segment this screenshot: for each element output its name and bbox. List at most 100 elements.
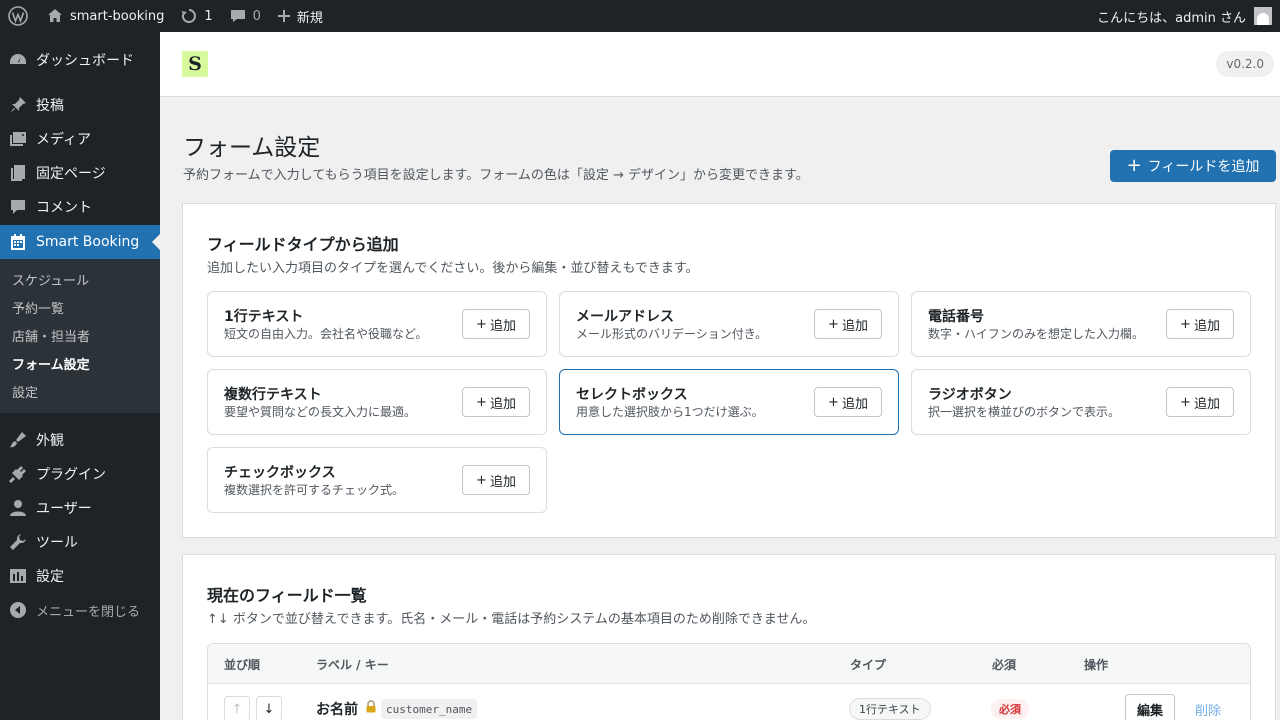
collapse-menu-button[interactable]: メニューを閉じる	[0, 593, 160, 627]
plus-icon: +	[828, 394, 839, 410]
admin-sidebar: ダッシュボード 投稿 メディア 固定ページ コメント Smart Booking…	[0, 32, 160, 720]
column-actions: 操作	[1084, 658, 1109, 672]
wordpress-logo-icon[interactable]	[0, 0, 38, 32]
comment-bubble-icon	[230, 10, 245, 22]
column-type: タイプ	[850, 658, 887, 672]
settings-icon	[10, 569, 26, 583]
add-field-type-button[interactable]: + 追加	[814, 309, 882, 339]
field-type-card: 1行テキスト 短文の自由入力。会社名や役職など。 + 追加	[207, 291, 547, 357]
move-up-button[interactable]: ↑	[224, 696, 250, 720]
plus-icon: +	[1180, 394, 1191, 410]
submenu-form-settings[interactable]: フォーム設定	[0, 349, 160, 377]
plugin-header: S v0.2.0	[160, 32, 1280, 97]
field-key: customer_name	[381, 699, 478, 719]
field-type-name: 1行テキスト	[224, 309, 304, 325]
field-type-name: 電話番号	[928, 309, 984, 325]
menu-users[interactable]: ユーザー	[0, 491, 160, 525]
table-row: ↑ ↓ お名前 customer_name 1行テキスト 必須 編集 削除	[208, 684, 1250, 720]
new-label: 新規	[296, 10, 323, 26]
plus-icon: +	[476, 316, 487, 332]
field-type-description: 複数選択を許可するチェック式。	[224, 483, 405, 497]
menu-pages[interactable]: 固定ページ	[0, 156, 160, 190]
menu-label: 設定	[36, 569, 64, 585]
wrench-icon	[10, 534, 26, 550]
menu-tools[interactable]: ツール	[0, 525, 160, 559]
my-account[interactable]: こんにちは、admin さん	[1097, 7, 1280, 26]
add-field-type-button[interactable]: + 追加	[462, 465, 530, 495]
field-types-description: 追加したい入力項目のタイプを選んでください。後から編集・並び替えもできます。	[207, 261, 699, 276]
menu-posts[interactable]: 投稿	[0, 88, 160, 122]
menu-settings[interactable]: 設定	[0, 559, 160, 593]
plus-icon	[277, 10, 290, 22]
site-name-link[interactable]: smart-booking	[38, 0, 172, 32]
edit-button[interactable]: 編集	[1125, 694, 1175, 720]
add-field-type-button[interactable]: + 追加	[462, 309, 530, 339]
current-fields-title: 現在のフィールド一覧	[207, 586, 367, 605]
page-title: フォーム設定	[183, 135, 321, 161]
required-badge: 必須	[991, 699, 1029, 719]
add-field-type-button[interactable]: + 追加	[1166, 387, 1234, 417]
menu-label: プラグイン	[36, 467, 106, 483]
submenu-reservations[interactable]: 予約一覧	[0, 293, 160, 321]
greeting: こんにちは、admin さん	[1097, 10, 1246, 26]
field-type-name: 複数行テキスト	[224, 387, 322, 403]
add-label: 追加	[1193, 396, 1220, 412]
add-field-type-button[interactable]: + 追加	[814, 387, 882, 417]
new-content-link[interactable]: 新規	[269, 0, 331, 32]
version-badge: v0.2.0	[1216, 51, 1274, 77]
menu-label: Smart Booking	[36, 234, 140, 250]
field-type-description: メール形式のバリデーション付き。	[576, 327, 768, 341]
submenu-stores-staff[interactable]: 店舗・担当者	[0, 321, 160, 349]
menu-dashboard[interactable]: ダッシュボード	[0, 43, 160, 77]
menu-label: 投稿	[36, 98, 64, 114]
plus-icon: +	[476, 472, 487, 488]
current-fields-description: ↑↓ ボタンで並び替えできます。氏名・メール・電話は予約システムの基本項目のため…	[207, 612, 816, 627]
add-field-type-button[interactable]: + 追加	[462, 387, 530, 417]
calendar-icon	[11, 234, 25, 250]
plus-icon: +	[1180, 316, 1191, 332]
updates-link[interactable]: 1	[172, 0, 220, 32]
submenu-schedule[interactable]: スケジュール	[0, 265, 160, 293]
plugin-logo: S	[182, 51, 208, 77]
updates-count: 1	[204, 8, 213, 24]
plus-icon: +	[476, 394, 487, 410]
comment-icon	[11, 200, 25, 214]
add-label: 追加	[489, 396, 516, 412]
field-type-description: 要望や質問などの長文入力に最適。	[224, 405, 417, 419]
submenu-settings[interactable]: 設定	[0, 377, 160, 405]
plugin-icon	[9, 466, 26, 483]
page-description: 予約フォームで入力してもらう項目を設定します。フォームの色は「設定 → デザイン…	[183, 168, 809, 183]
add-field-button[interactable]: + フィールドを追加	[1110, 150, 1276, 182]
home-icon	[48, 9, 62, 22]
submenu: スケジュール 予約一覧 店舗・担当者 フォーム設定 設定	[0, 259, 160, 413]
menu-smart-booking[interactable]: Smart Booking	[0, 225, 160, 259]
media-icon	[10, 132, 26, 146]
comments-link[interactable]: 0	[221, 0, 269, 32]
menu-appearance[interactable]: 外観	[0, 423, 160, 457]
field-types-title: フィールドタイプから追加	[207, 235, 399, 254]
add-field-type-button[interactable]: + 追加	[1166, 309, 1234, 339]
field-types-card: フィールドタイプから追加 追加したい入力項目のタイプを選んでください。後から編集…	[182, 203, 1276, 538]
collapse-label: メニューを閉じる	[36, 604, 141, 620]
menu-label: ユーザー	[36, 501, 92, 517]
menu-comments[interactable]: コメント	[0, 190, 160, 224]
field-type-card: ラジオボタン 択一選択を横並びのボタンで表示。 + 追加	[911, 369, 1251, 435]
comments-count: 0	[252, 8, 261, 24]
field-type-description: 用意した選択肢から1つだけ選ぶ。	[576, 405, 764, 419]
brush-icon	[10, 432, 26, 448]
plus-icon: +	[1126, 155, 1142, 176]
delete-link[interactable]: 削除	[1195, 700, 1221, 719]
add-label: 追加	[841, 318, 868, 334]
field-type-name: ラジオボタン	[928, 387, 1012, 403]
menu-label: 外観	[36, 433, 64, 449]
add-label: 追加	[489, 474, 516, 490]
menu-media[interactable]: メディア	[0, 122, 160, 156]
menu-plugins[interactable]: プラグイン	[0, 457, 160, 491]
field-type-name: メールアドレス	[576, 309, 674, 325]
move-down-button[interactable]: ↓	[256, 696, 282, 720]
add-label: 追加	[841, 396, 868, 412]
site-name: smart-booking	[70, 8, 165, 24]
collapse-arrow-icon	[10, 602, 26, 618]
menu-label: ダッシュボード	[36, 53, 134, 69]
add-label: 追加	[489, 318, 516, 334]
